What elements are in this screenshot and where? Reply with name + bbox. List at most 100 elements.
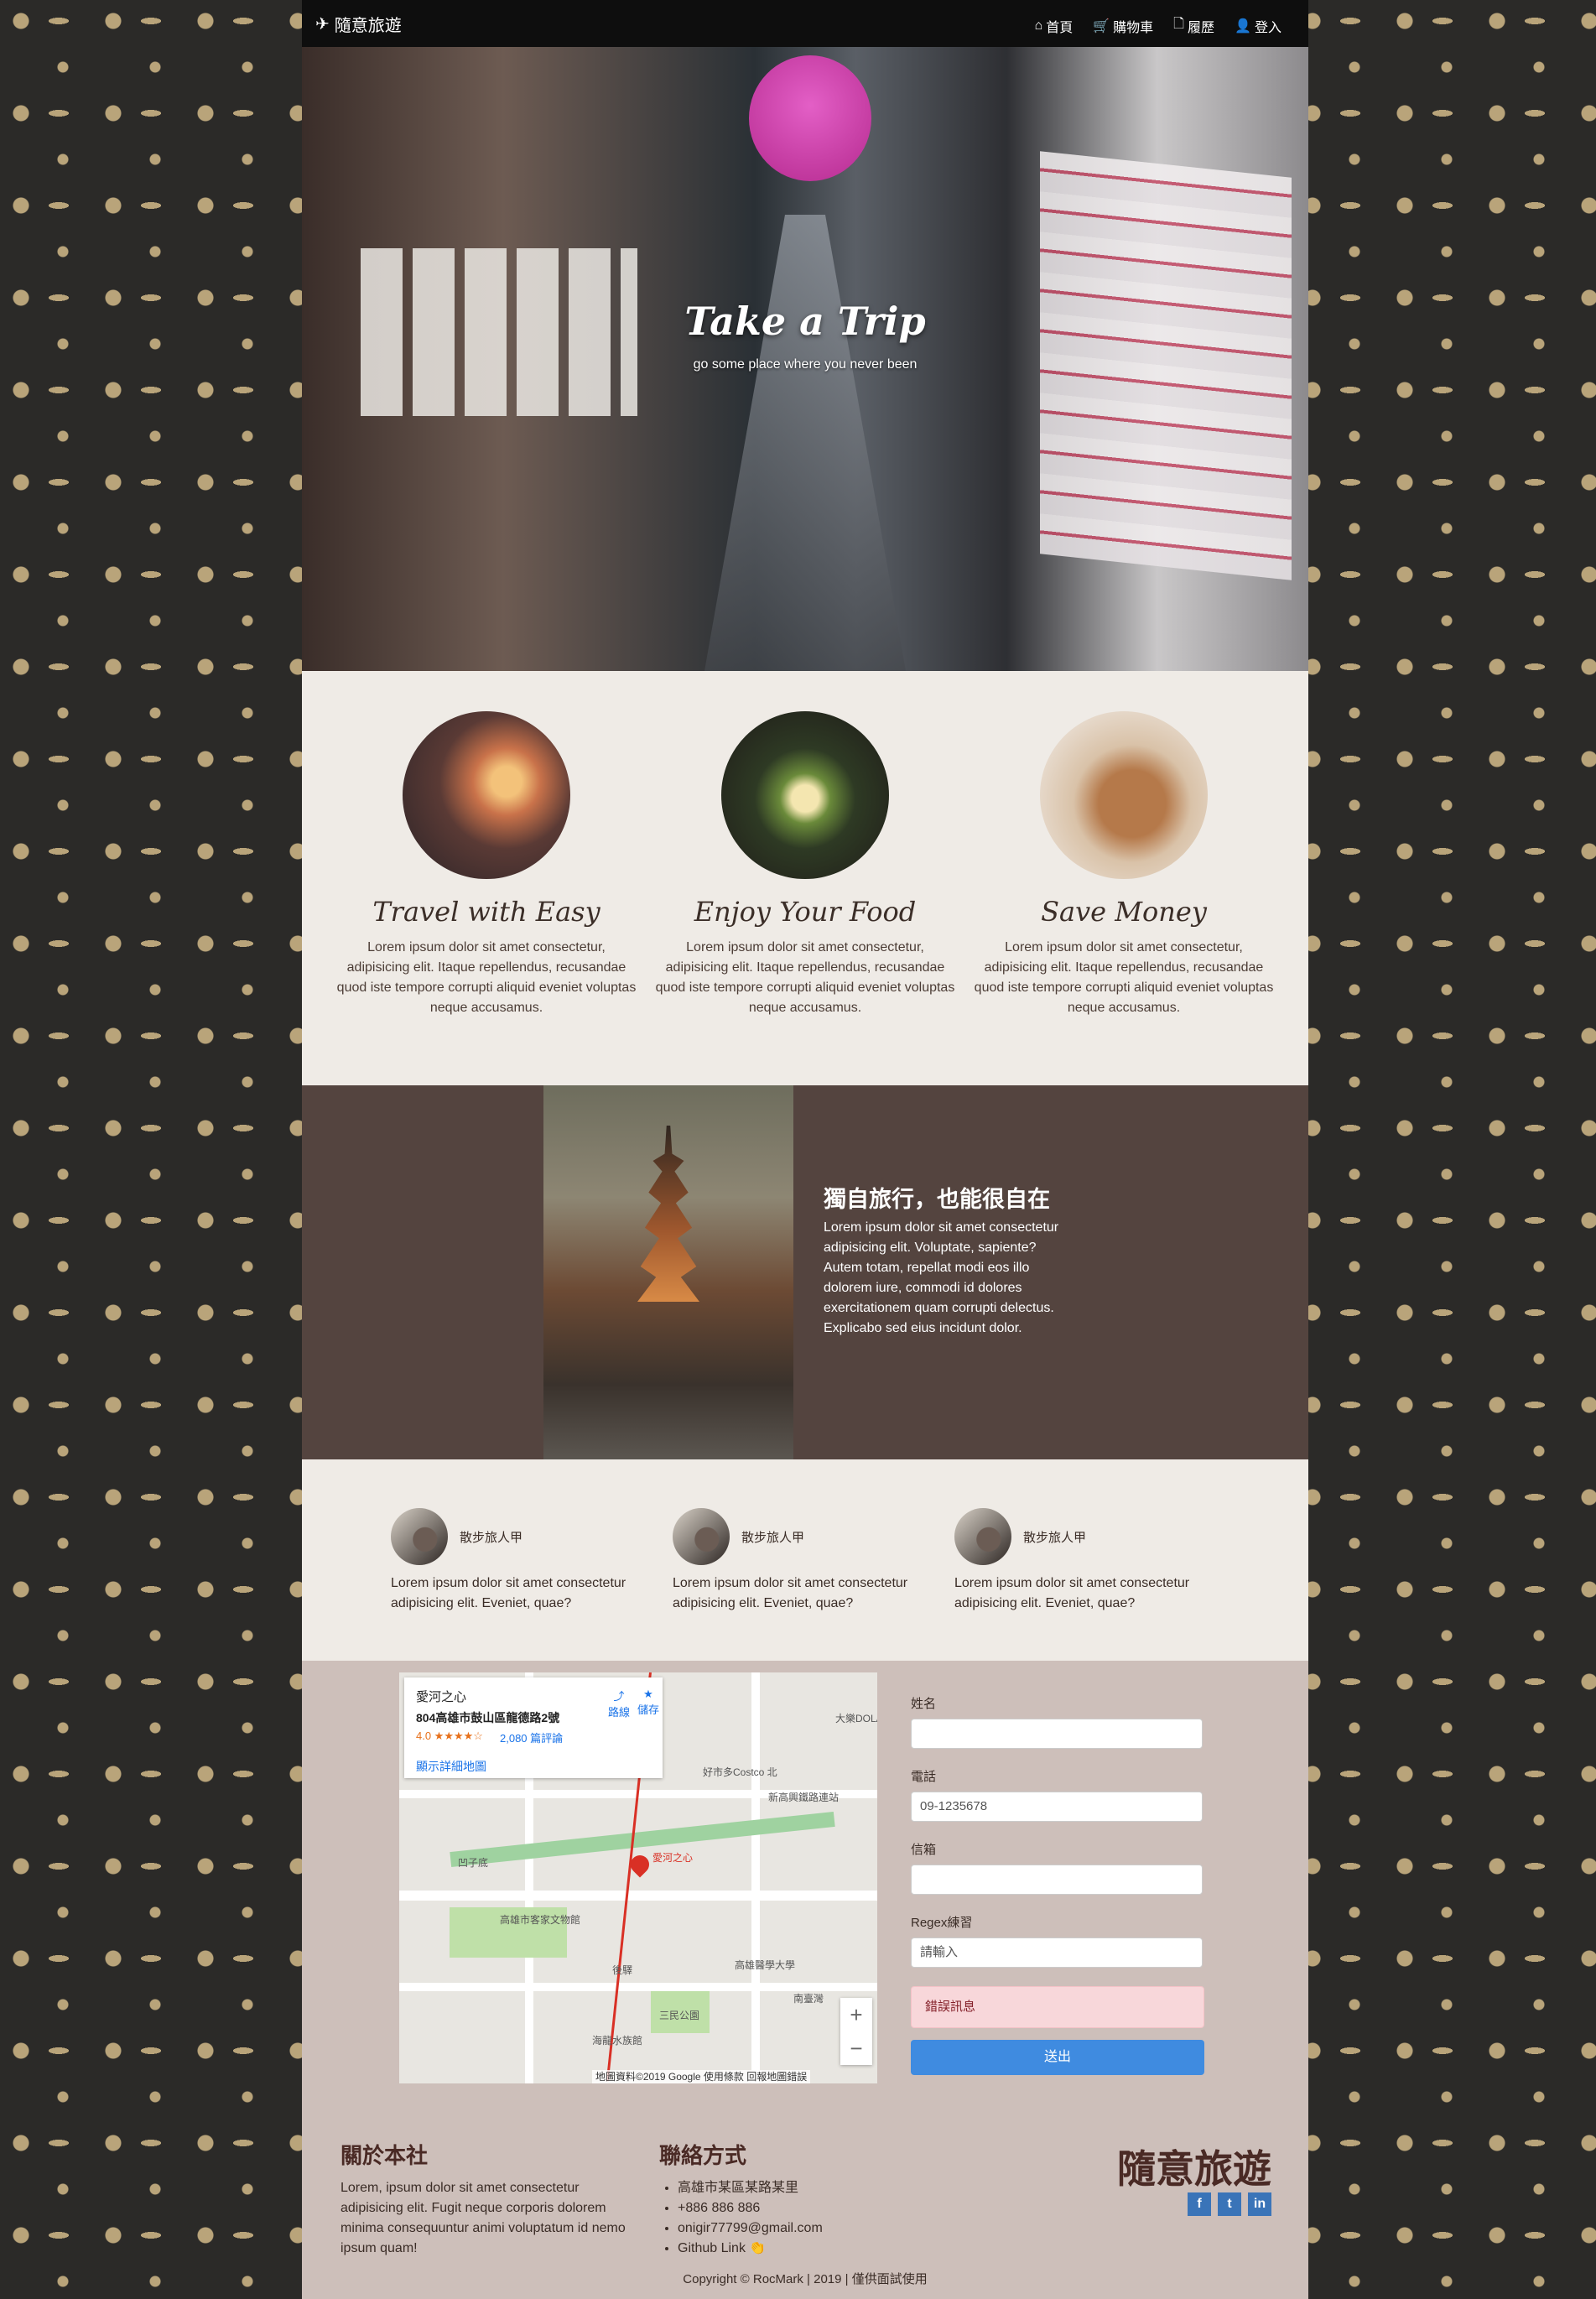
map-label: 高雄醫學大學: [735, 1959, 796, 1971]
name-label: 姓名: [911, 1697, 937, 1711]
place-name: 愛河之心: [416, 1690, 467, 1704]
brand-label: 隨意旅遊: [334, 17, 402, 35]
features-section: Travel with Easy Lorem ipsum dolor sit a…: [302, 671, 1308, 1085]
feature-text: Lorem ipsum dolor sit amet consectetur, …: [974, 940, 1274, 1015]
solo-text: Lorem ipsum dolor sit amet consectetur a…: [824, 1220, 1059, 1335]
avatar: [954, 1508, 1011, 1565]
plane-icon: ✈: [315, 15, 330, 34]
map-label: 凹子底: [458, 1857, 489, 1869]
map-footer[interactable]: 地圖資料©2019 Google 使用條款 回報地圖錯誤: [592, 2070, 811, 2083]
alley-street: [704, 215, 906, 671]
feature-card: Save Money Lorem ipsum dolor sit amet co…: [973, 711, 1275, 1018]
feature-text: Lorem ipsum dolor sit amet consectetur, …: [655, 940, 955, 1015]
map-place-card: 愛河之心 804高雄市鼓山區龍德路2號 4.0 ★★★★☆ 2,080 篇評論 …: [404, 1677, 663, 1778]
directions-button[interactable]: ⤴ 路線: [604, 1688, 634, 1719]
about-title: 關於本社: [341, 2143, 429, 2168]
hero-title: Take a Trip: [684, 299, 926, 344]
footer-about: 關於本社 Lorem, ipsum dolor sit amet consect…: [341, 2139, 642, 2259]
footer-brand: 隨意旅遊: [1117, 2147, 1271, 2191]
map-label: 大樂DOLA: [835, 1713, 877, 1724]
error-message: 錯誤訊息: [911, 1986, 1204, 2028]
email-label: 信箱: [911, 1843, 937, 1857]
testimonial-text: Lorem ipsum dolor sit amet consectetur a…: [391, 1576, 626, 1610]
map-label: 南臺灣: [793, 1993, 824, 2005]
save-button[interactable]: ★ 儲存: [636, 1688, 661, 1717]
map-label: 高雄市客家文物館: [500, 1914, 581, 1926]
contact-form: 姓名 電話 09-1235678 信箱 Regex練習 請輸入 錯誤訊息 送出: [911, 1694, 1204, 2075]
map-label: 海龍水族館: [592, 2035, 643, 2047]
social-links: f t in: [1188, 2192, 1271, 2216]
cart-icon: 🛒: [1093, 18, 1110, 34]
twitter-icon[interactable]: t: [1218, 2192, 1241, 2216]
nav-item-home[interactable]: ⌂ 首頁: [1035, 14, 1074, 37]
contact-address: 高雄市某區某路某里: [678, 2178, 928, 2198]
about-text: Lorem, ipsum dolor sit amet consectetur …: [341, 2181, 626, 2255]
place-reviews-link[interactable]: 2,080 篇評論: [500, 1729, 563, 1745]
pagoda-shape: [637, 1126, 699, 1302]
contact-github-link[interactable]: Github Link 👏: [678, 2239, 928, 2259]
testimonial-text: Lorem ipsum dolor sit amet consectetur a…: [954, 1576, 1190, 1610]
page: ✈ 隨意旅遊 ⌂ 首頁 🛒 購物車 🗋 履歷 👤 登入 Take a Trip go s…: [302, 0, 1308, 2299]
star-icon: ★: [643, 1688, 653, 1700]
avatar: [673, 1508, 730, 1565]
nav-item-resume[interactable]: 🗋 履歷: [1173, 14, 1214, 37]
feature-text: Lorem ipsum dolor sit amet consectetur, …: [336, 940, 637, 1015]
hero-banner: Take a Trip go some place where you neve…: [302, 47, 1308, 671]
contact-list: 高雄市某區某路某里 +886 886 886 onigir77799@gmail…: [659, 2178, 928, 2259]
contact-section: 凹子底 高雄市客家文物館 後驛 三民公園 高雄醫學大學 南臺灣 海龍水族館 愛河…: [302, 1661, 1308, 2097]
paper-lantern: [749, 55, 871, 181]
contact-phone: +886 886 886: [678, 2198, 928, 2218]
copyright: Copyright © RocMark | 2019 | 僅供面試使用: [683, 2272, 928, 2286]
pagoda-image: [543, 1085, 793, 1459]
testimonial-name: 散步旅人甲: [460, 1531, 523, 1545]
contact-email[interactable]: onigir77799@gmail.com: [678, 2218, 928, 2239]
facebook-icon[interactable]: f: [1188, 2192, 1211, 2216]
zoom-out-button[interactable]: −: [840, 2031, 872, 2065]
zoom-controls: + −: [840, 1998, 872, 2065]
feature-title: Save Money: [1041, 896, 1207, 928]
zoom-in-button[interactable]: +: [840, 1998, 872, 2031]
brand-link[interactable]: ✈ 隨意旅遊: [315, 12, 402, 36]
place-address: 804高雄市鼓山區龍德路2號: [416, 1711, 560, 1724]
contact-title: 聯絡方式: [659, 2143, 747, 2168]
footer: 關於本社 Lorem, ipsum dolor sit amet consect…: [302, 2097, 1308, 2299]
food-image: [721, 711, 889, 879]
directions-icon: ⤴: [613, 1690, 625, 1703]
map-label: 後驛: [612, 1964, 633, 1976]
phone-label: 電話: [911, 1770, 937, 1784]
email-field[interactable]: [911, 1865, 1203, 1895]
footer-contact: 聯絡方式 高雄市某區某路某里 +886 886 886 onigir77799@…: [659, 2139, 928, 2259]
testimonials-section: 散步旅人甲 Lorem ipsum dolor sit amet consect…: [302, 1459, 1308, 1661]
submit-button[interactable]: 送出: [911, 2040, 1204, 2075]
user-icon: 👤: [1235, 18, 1251, 34]
place-rating: 4.0 ★★★★☆: [416, 1729, 483, 1742]
map-label: 好市多Costco 北: [703, 1766, 777, 1778]
testimonial-name: 散步旅人甲: [1023, 1531, 1087, 1545]
map-label: 愛河之心: [652, 1852, 694, 1864]
testimonial-text: Lorem ipsum dolor sit amet consectetur a…: [673, 1576, 908, 1610]
nav-item-cart[interactable]: 🛒 購物車: [1093, 14, 1153, 37]
feature-card: Enjoy Your Food Lorem ipsum dolor sit am…: [654, 711, 956, 1018]
nav-links: ⌂ 首頁 🛒 購物車 🗋 履歷 👤 登入: [1035, 14, 1281, 37]
avatar: [391, 1508, 448, 1565]
nav-item-login[interactable]: 👤 登入: [1235, 14, 1281, 37]
regex-label: Regex練習: [911, 1916, 973, 1930]
file-icon: 🗋: [1173, 17, 1185, 31]
solo-title: 獨自旅行，也能很自在: [824, 1187, 1050, 1212]
home-icon: ⌂: [1034, 18, 1043, 33]
solo-travel-section: 獨自旅行，也能很自在 Lorem ipsum dolor sit amet co…: [302, 1085, 1308, 1459]
linkedin-icon[interactable]: in: [1248, 2192, 1271, 2216]
hero-subtitle: go some place where you never been: [693, 357, 918, 372]
google-map[interactable]: 凹子底 高雄市客家文物館 後驛 三民公園 高雄醫學大學 南臺灣 海龍水族館 愛河…: [399, 1672, 877, 2083]
map-label: 新高興鐵路連站: [768, 1792, 840, 1803]
navbar: ✈ 隨意旅遊 ⌂ 首頁 🛒 購物車 🗋 履歷 👤 登入: [302, 0, 1308, 47]
feature-card: Travel with Easy Lorem ipsum dolor sit a…: [335, 711, 637, 1018]
phone-field[interactable]: 09-1235678: [911, 1792, 1203, 1822]
feature-title: Travel with Easy: [372, 896, 600, 928]
regex-field[interactable]: 請輸入: [911, 1938, 1203, 1968]
feature-title: Enjoy Your Food: [694, 896, 917, 928]
larger-map-link[interactable]: 顯示詳細地圖: [416, 1758, 486, 1775]
name-field[interactable]: [911, 1719, 1203, 1749]
coins-image: [1040, 711, 1208, 879]
map-label: 三民公園: [659, 2010, 700, 2021]
